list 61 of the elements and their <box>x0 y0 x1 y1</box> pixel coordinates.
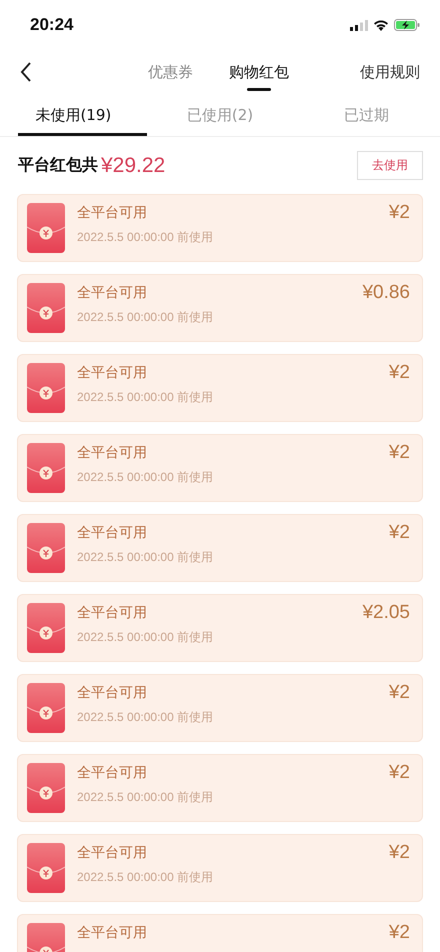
packet-amount: ¥2 <box>388 522 410 544</box>
expiry-date: 2022.5.5 00:00:00 前使用 <box>77 469 214 486</box>
coupon-card[interactable]: 全平台可用 2022.5.5 00:00:00 前使用 ¥2 <box>17 194 423 262</box>
packet-amount: ¥2 <box>388 202 410 224</box>
filter-tab[interactable]: 已使用(2) <box>146 94 294 136</box>
envelope-icon <box>27 603 65 653</box>
coupon-card[interactable]: 全平台可用 2022.5.5 00:00:00 前使用 ¥2 <box>17 754 423 822</box>
coupon-card[interactable]: 全平台可用 2022.5.5 00:00:00 前使用 ¥0.86 <box>17 274 423 342</box>
expiry-date: 2022.5.5 00:00:00 前使用 <box>77 309 214 326</box>
envelope-icon <box>27 283 65 333</box>
envelope-icon <box>27 523 65 573</box>
envelope-icon <box>27 763 65 813</box>
filter-tab[interactable]: 未使用(19) <box>0 94 147 136</box>
packet-title: 全平台可用 <box>77 764 148 782</box>
envelope-icon <box>27 843 65 893</box>
packet-title: 全平台可用 <box>77 284 148 302</box>
nav-tab[interactable]: 优惠券 <box>148 56 193 88</box>
status-time: 20:24 <box>30 15 74 35</box>
envelope-icon <box>27 443 65 493</box>
packet-title: 全平台可用 <box>77 204 148 222</box>
back-icon[interactable] <box>20 62 32 82</box>
envelope-icon <box>27 203 65 253</box>
expiry-date: 2022.5.5 00:00:00 前使用 <box>77 549 214 566</box>
packet-amount: ¥2 <box>388 682 410 704</box>
packet-title: 全平台可用 <box>77 604 148 622</box>
use-button[interactable]: 去使用 <box>357 151 423 180</box>
envelope-icon <box>27 683 65 733</box>
expiry-date: 2022.5.5 00:00:00 前使用 <box>77 229 214 246</box>
expiry-date: 2022.5.5 00:00:00 前使用 <box>77 389 214 406</box>
packet-title: 全平台可用 <box>77 364 148 382</box>
coupon-card[interactable]: 全平台可用 2022.5.5 00:00:00 前使用 ¥2 <box>17 514 423 582</box>
coupon-card[interactable]: 全平台可用 2022.5.5 00:00:00 前使用 ¥2 <box>17 834 423 902</box>
coupon-card[interactable]: 全平台可用 2022.5.5 00:00:00 前使用 ¥2 <box>17 354 423 422</box>
coupon-card[interactable]: 全平台可用 2022.5.5 00:00:00 前使用 ¥2.05 <box>17 594 423 662</box>
total-label: 平台红包共 <box>18 155 98 176</box>
envelope-icon <box>27 363 65 413</box>
filter-tab[interactable]: 已过期 <box>293 94 440 136</box>
packet-amount: ¥2 <box>388 922 410 944</box>
packet-title: 全平台可用 <box>77 444 148 462</box>
packet-amount: ¥2 <box>388 842 410 864</box>
battery-charging-icon <box>394 19 420 31</box>
expiry-date: 2022.5.5 00:00:00 前使用 <box>77 629 214 646</box>
coupon-card[interactable]: 全平台可用 2022.5.5 00:00:00 前使用 ¥2 <box>17 434 423 502</box>
signal-icon <box>350 20 368 30</box>
expiry-date: 2022.5.5 00:00:00 前使用 <box>77 709 214 726</box>
total-amount: ¥29.22 <box>101 154 166 178</box>
wifi-icon <box>373 19 389 31</box>
coupon-card[interactable]: 全平台可用 ¥2 <box>17 914 423 952</box>
expiry-date: 2022.5.5 00:00:00 前使用 <box>77 869 214 886</box>
coupon-card[interactable]: 全平台可用 2022.5.5 00:00:00 前使用 ¥2 <box>17 674 423 742</box>
packet-title: 全平台可用 <box>77 684 148 702</box>
packet-title: 全平台可用 <box>77 844 148 862</box>
rules-link[interactable]: 使用规则 <box>360 62 420 82</box>
packet-title: 全平台可用 <box>77 524 148 542</box>
expiry-date: 2022.5.5 00:00:00 前使用 <box>77 789 214 806</box>
packet-amount: ¥2 <box>388 362 410 384</box>
packet-amount: ¥0.86 <box>362 282 410 304</box>
packet-amount: ¥2 <box>388 442 410 464</box>
packet-amount: ¥2.05 <box>362 602 410 624</box>
packet-amount: ¥2 <box>388 762 410 784</box>
packet-title: 全平台可用 <box>77 924 147 942</box>
